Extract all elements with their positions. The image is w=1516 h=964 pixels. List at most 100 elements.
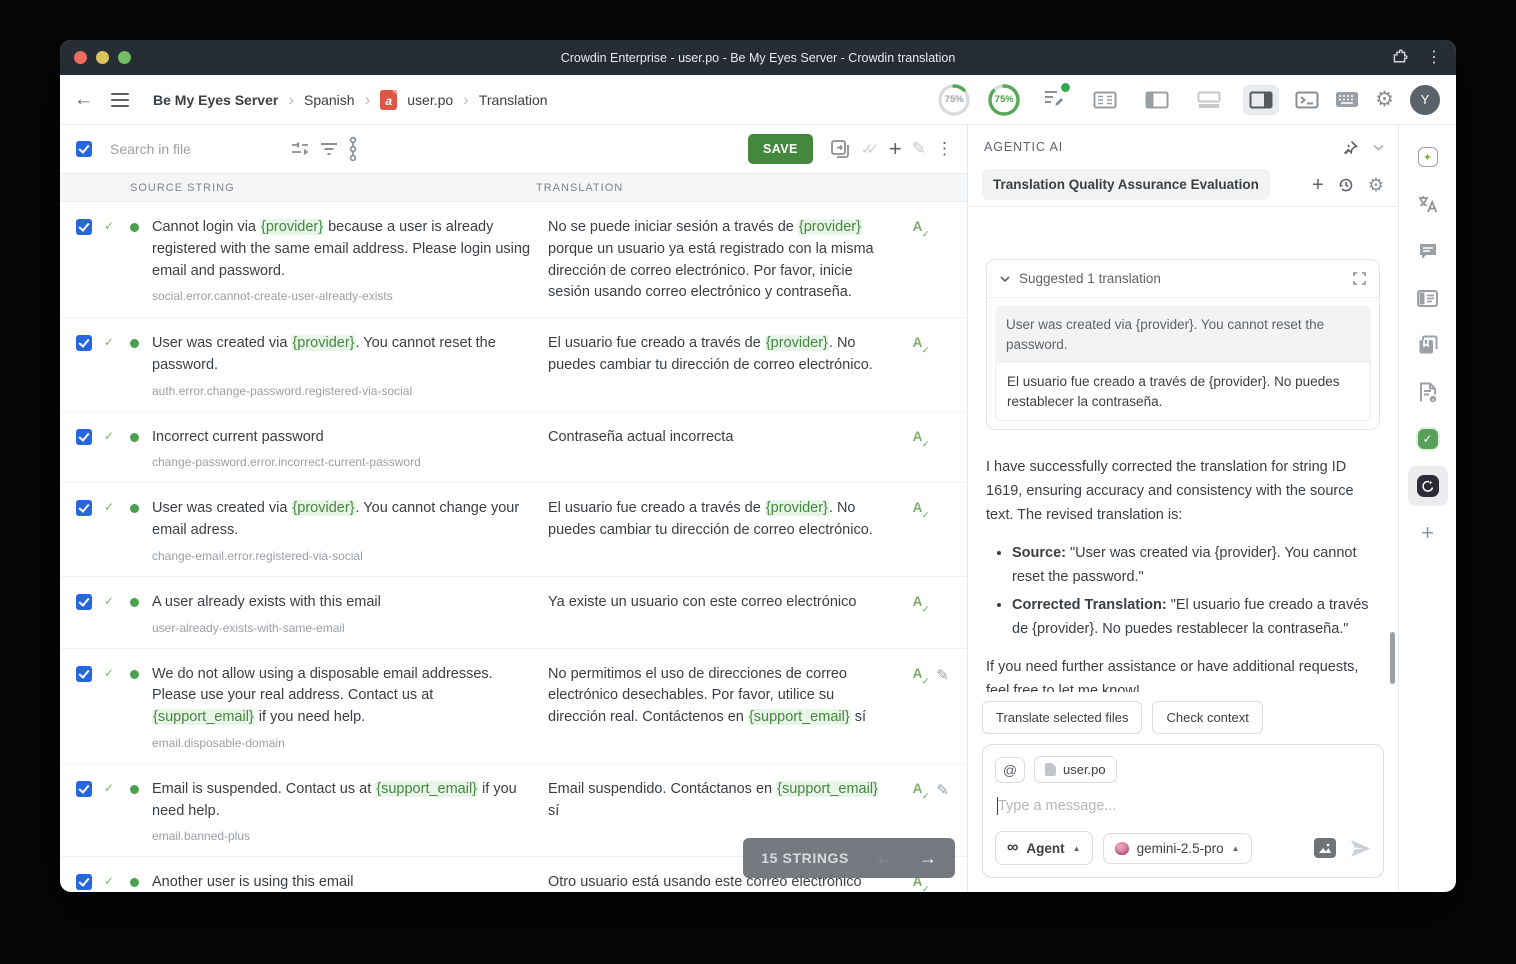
view-right-panel-icon[interactable]: [1243, 85, 1279, 115]
row-checkbox[interactable]: [76, 500, 92, 516]
view-left-panel-icon[interactable]: [1139, 85, 1175, 115]
file-context-chip[interactable]: user.po: [1034, 756, 1117, 783]
breadcrumb-file[interactable]: user.po: [407, 92, 453, 108]
model-brain-icon: [1115, 842, 1129, 855]
more-options-icon[interactable]: ⋮: [936, 139, 953, 159]
ai-settings-gear-icon[interactable]: ⚙: [1368, 176, 1384, 194]
mention-button[interactable]: @: [995, 757, 1025, 783]
translate-selected-files-button[interactable]: Translate selected files: [982, 701, 1142, 734]
model-dropdown[interactable]: gemini-2.5-pro ▲: [1103, 833, 1252, 864]
send-message-icon[interactable]: [1350, 839, 1371, 858]
row-checkbox[interactable]: [76, 335, 92, 351]
row-checkbox[interactable]: [76, 781, 92, 797]
spellcheck-icon[interactable]: A✓: [913, 666, 923, 684]
extensions-icon[interactable]: [1391, 49, 1408, 66]
avatar[interactable]: Y: [1410, 85, 1440, 115]
breadcrumb-project[interactable]: Be My Eyes Server: [153, 92, 278, 108]
attach-image-icon[interactable]: [1314, 838, 1336, 858]
pin-panel-icon[interactable]: [1342, 139, 1359, 156]
editor-settings-icon[interactable]: [1043, 87, 1065, 112]
row-checkbox[interactable]: [76, 874, 92, 890]
translation-text[interactable]: Ya existe un usuario con este correo ele…: [548, 592, 888, 614]
add-string-icon[interactable]: +: [889, 138, 902, 160]
menu-icon[interactable]: [111, 93, 129, 107]
translated-check-icon: ✓: [104, 500, 120, 514]
breadcrumb-language[interactable]: Spanish: [304, 92, 355, 108]
agent-mode-dropdown[interactable]: ∞ Agent ▲: [995, 831, 1093, 865]
zoom-window-button[interactable]: [118, 51, 131, 64]
translation-text[interactable]: El usuario fue creado a través de {provi…: [548, 333, 888, 377]
spellcheck-icon[interactable]: A✓: [913, 781, 923, 799]
translated-progress-ring[interactable]: 75%: [987, 83, 1021, 117]
workflow-steps-icon[interactable]: [348, 136, 358, 162]
check-context-button[interactable]: Check context: [1152, 701, 1262, 734]
translation-memory-icon[interactable]: [1408, 278, 1448, 318]
breadcrumb-step[interactable]: Translation: [479, 92, 548, 108]
collapse-panel-icon[interactable]: [1373, 144, 1384, 151]
add-tool-icon[interactable]: +: [1408, 513, 1448, 553]
new-chat-icon[interactable]: +: [1312, 175, 1324, 195]
file-context-icon[interactable]: [1408, 372, 1448, 412]
row-checkbox[interactable]: [76, 666, 92, 682]
browser-menu-icon[interactable]: ⋮: [1426, 50, 1442, 66]
strings-count: 15 STRINGS: [761, 850, 849, 866]
string-key: change-email.error.registered-via-social: [152, 549, 538, 563]
ai-bullet: Source: "User was created via {provider}…: [1012, 542, 1380, 590]
select-all-checkbox[interactable]: [76, 141, 92, 157]
minimize-window-button[interactable]: [96, 51, 109, 64]
copy-source-icon[interactable]: [829, 138, 851, 160]
table-row[interactable]: ✓ User was created via {provider}. You c…: [60, 318, 967, 412]
ai-suggest-icon[interactable]: ✦: [1408, 137, 1448, 177]
tab-translation-qa[interactable]: Translation Quality Assurance Evaluation: [982, 169, 1270, 200]
filter-icon[interactable]: [320, 142, 338, 156]
back-icon[interactable]: ←: [74, 89, 93, 111]
edit-icon[interactable]: ✎: [936, 666, 949, 684]
next-page-icon[interactable]: →: [919, 849, 937, 867]
chat-scroll-area[interactable]: Suggested 1 translation User was created…: [968, 207, 1398, 692]
table-row[interactable]: ✓ User was created via {provider}. You c…: [60, 483, 967, 577]
proofread-progress-ring[interactable]: 75%: [937, 83, 971, 117]
row-checkbox[interactable]: [76, 594, 92, 610]
translation-text[interactable]: El usuario fue creado a través de {provi…: [548, 498, 888, 542]
prev-page-icon[interactable]: ←: [875, 849, 893, 867]
spellcheck-icon[interactable]: A✓: [913, 500, 923, 518]
glossary-icon[interactable]: [1408, 325, 1448, 365]
search-input[interactable]: [110, 141, 280, 157]
ai-message-intro: I have successfully corrected the transl…: [986, 456, 1380, 528]
spellcheck-icon[interactable]: A✓: [913, 219, 923, 237]
string-key: email.disposable-domain: [152, 736, 538, 750]
save-button[interactable]: SAVE: [748, 134, 813, 164]
translation-text[interactable]: Email suspendido. Contáctanos en {suppor…: [548, 779, 888, 823]
settings-gear-icon[interactable]: ⚙: [1375, 89, 1394, 110]
filter-settings-icon[interactable]: [290, 140, 310, 158]
translate-icon[interactable]: [1408, 184, 1448, 224]
translation-text[interactable]: No permitimos el uso de direcciones de c…: [548, 664, 888, 729]
agentic-ai-icon[interactable]: [1408, 466, 1448, 506]
spellcheck-icon[interactable]: A✓: [913, 335, 923, 353]
table-row[interactable]: ✓ We do not allow using a disposable ema…: [60, 649, 967, 764]
close-window-button[interactable]: [74, 51, 87, 64]
translation-text[interactable]: No se puede iniciar sesión a través de {…: [548, 217, 888, 304]
comments-icon[interactable]: [1408, 231, 1448, 271]
row-checkbox[interactable]: [76, 429, 92, 445]
table-row[interactable]: ✓ Incorrect current password change-pass…: [60, 412, 967, 484]
message-input[interactable]: [998, 798, 1369, 814]
row-checkbox[interactable]: [76, 219, 92, 235]
spellcheck-icon[interactable]: A✓: [913, 429, 923, 447]
view-bottom-panel-icon[interactable]: [1191, 85, 1227, 115]
spellcheck-icon[interactable]: A✓: [913, 594, 923, 612]
suggested-translation[interactable]: El usuario fue creado a través de {provi…: [995, 363, 1371, 421]
edit-icon[interactable]: ✎: [936, 781, 949, 799]
table-row[interactable]: ✓ Cannot login via {provider} because a …: [60, 202, 967, 318]
translation-text[interactable]: Contraseña actual incorrecta: [548, 427, 888, 449]
expand-icon[interactable]: [1353, 272, 1366, 285]
keyboard-shortcuts-icon[interactable]: [1335, 91, 1359, 108]
chevron-down-icon[interactable]: [1000, 276, 1010, 282]
status-dot: [130, 670, 139, 679]
qa-check-icon[interactable]: ✓: [1408, 419, 1448, 459]
scrollbar-thumb[interactable]: [1390, 632, 1395, 684]
history-icon[interactable]: [1337, 176, 1355, 194]
console-icon[interactable]: [1295, 91, 1319, 109]
view-side-by-side-icon[interactable]: [1087, 85, 1123, 115]
table-row[interactable]: ✓ A user already exists with this email …: [60, 577, 967, 649]
